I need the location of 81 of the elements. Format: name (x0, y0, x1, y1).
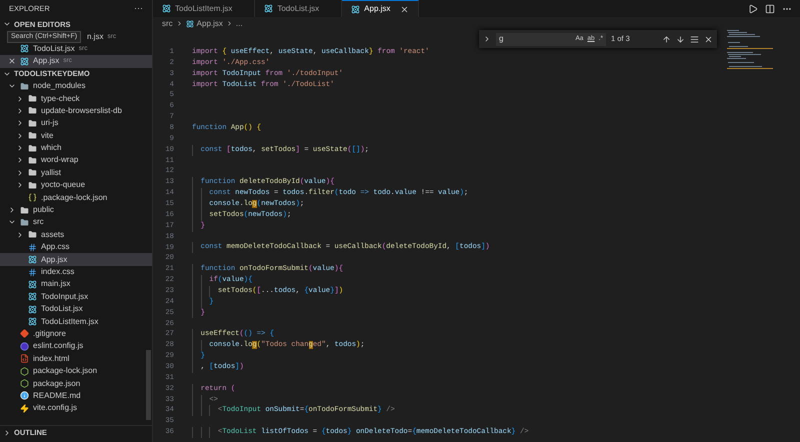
hexagon-icon (20, 379, 29, 388)
tree-item[interactable]: yallist (0, 166, 152, 180)
atom-icon (28, 292, 37, 302)
folder-icon (20, 206, 29, 215)
atom-icon (351, 4, 360, 14)
tree-item[interactable]: .package-lock.json (0, 191, 152, 204)
more-button[interactable]: ··· (134, 2, 143, 16)
tree-item[interactable]: node_modules (0, 80, 152, 92)
close-icon[interactable] (704, 34, 713, 44)
tree-item[interactable]: type-check (0, 92, 152, 105)
folder-icon (28, 131, 37, 140)
tree-item[interactable]: TodoInput.jsx (0, 290, 152, 303)
hexagon-icon (20, 366, 29, 376)
folder-icon (28, 168, 37, 178)
tree-item[interactable]: index.html (0, 352, 152, 365)
atom-icon (28, 280, 37, 289)
tree-item[interactable]: assets (0, 228, 152, 242)
tree-item[interactable]: package.json (0, 377, 152, 390)
close-icon[interactable] (8, 57, 16, 66)
run-icon[interactable] (748, 4, 758, 14)
tree-item[interactable]: index.css (0, 266, 152, 278)
atom-icon (28, 317, 37, 326)
folder-icon (28, 94, 37, 104)
circle-icon (20, 342, 29, 351)
lines-icon[interactable] (690, 34, 699, 44)
lightning-icon (20, 404, 29, 413)
folder-icon (20, 218, 29, 227)
breadcrumb-item[interactable]: src (162, 18, 173, 30)
atom-icon (162, 4, 171, 13)
editor-tab[interactable]: App.jsx (342, 0, 420, 17)
tree-item[interactable]: src (0, 216, 152, 229)
tree-item[interactable]: public (0, 204, 152, 216)
atom-icon (264, 4, 274, 13)
breadcrumb-item[interactable]: App.jsx (196, 18, 223, 30)
atom-icon (20, 44, 29, 54)
braces-icon (28, 193, 37, 202)
hash-icon (28, 268, 37, 276)
breadcrumb-item[interactable]: ... (236, 18, 243, 30)
tree-item[interactable]: word-wrap (0, 154, 152, 167)
info-icon (20, 391, 29, 400)
diamond-icon (20, 329, 29, 338)
atom-icon (28, 255, 37, 264)
tree-item[interactable]: uri-js (0, 117, 152, 130)
minimap-drawing (727, 30, 773, 70)
folder-icon (20, 82, 29, 91)
chevron-right-icon[interactable] (483, 35, 491, 43)
tree-item[interactable]: .gitignore (0, 328, 152, 340)
split-editor-icon[interactable] (765, 4, 775, 14)
atom-icon (20, 56, 29, 66)
tree-item[interactable]: README.md (0, 390, 152, 402)
tree-item[interactable]: TodoListItem.jsx (0, 315, 152, 328)
atom-icon (28, 304, 37, 314)
folder-icon (28, 118, 37, 128)
editor-tab[interactable]: TodoListItem.jsx (153, 0, 256, 17)
folder-icon (28, 230, 37, 240)
tree-item[interactable]: vite.config.js (0, 402, 152, 414)
tree-item[interactable]: App.jsx (0, 253, 152, 266)
folder-icon (28, 180, 37, 190)
arrow-down-icon[interactable] (676, 34, 685, 44)
chevron-right-icon (226, 20, 233, 27)
html-file-icon (20, 354, 29, 364)
chevron-right-icon (8, 206, 16, 214)
tree-item[interactable]: yocto-queue (0, 179, 152, 192)
tree-item[interactable]: package-lock.json (0, 364, 152, 378)
tree-item[interactable]: main.jsx (0, 278, 152, 291)
chevron-right-icon (176, 20, 183, 27)
folder-icon (28, 106, 37, 116)
arrow-up-icon[interactable] (662, 34, 671, 44)
tree-item[interactable]: App.css (0, 241, 152, 254)
tree-item[interactable]: which (0, 142, 152, 154)
folder-icon (28, 156, 37, 165)
tree-item[interactable]: TodoList.jsx (0, 302, 152, 316)
chevron-right-icon (16, 230, 24, 239)
atom-icon (186, 20, 194, 28)
tree-item[interactable]: vite (0, 130, 152, 142)
tree-item[interactable]: eslint.config.js (0, 340, 152, 353)
tree-item[interactable]: update-browserslist-db (0, 104, 152, 118)
chevron-right-icon (3, 428, 11, 437)
hash-icon (28, 242, 37, 252)
folder-icon (28, 144, 37, 153)
close-icon[interactable] (400, 4, 410, 14)
